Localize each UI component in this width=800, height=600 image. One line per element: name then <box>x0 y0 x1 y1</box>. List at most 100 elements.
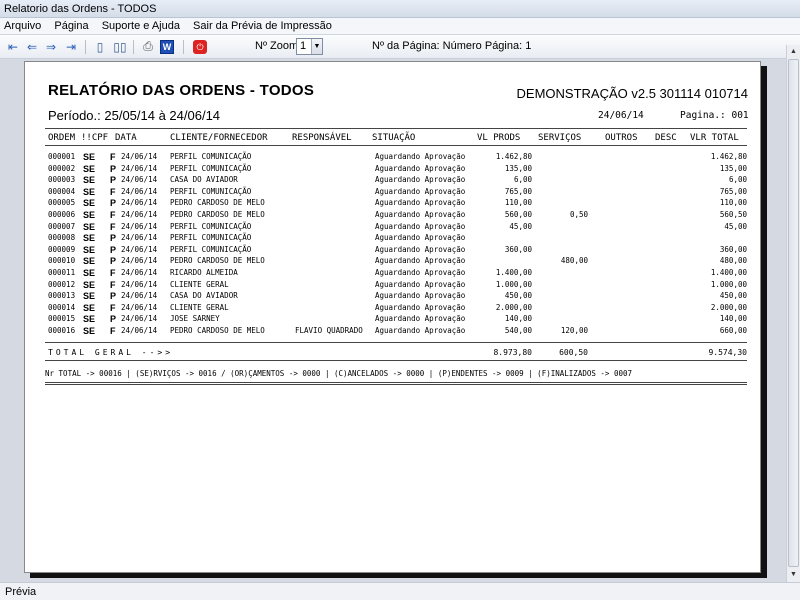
table-row: 000013 SE P 24/06/14 CASA DO AVIADOR Aguardan… <box>25 290 762 302</box>
cell-vl-prods: 1.000,00 <box>495 279 532 289</box>
cell-se: SE <box>83 152 96 162</box>
zoom-value: 1 <box>300 40 307 52</box>
menu-sair[interactable]: Sair da Prévia de Impressão <box>188 18 337 35</box>
cell-ordem: 000010 <box>48 256 76 266</box>
cell-data: 24/06/14 <box>121 256 158 266</box>
cell-data: 24/06/14 <box>121 279 158 289</box>
cell-vl-prods: 1.462,80 <box>495 152 532 161</box>
cell-t: F <box>110 302 116 313</box>
cell-data: 24/06/14 <box>121 268 158 277</box>
vertical-scrollbar[interactable]: ▲ ▼ <box>786 45 800 582</box>
report-title: RELATÓRIO DAS ORDENS - TODOS <box>48 82 315 99</box>
cell-vlr-total: 135,00 <box>719 163 747 173</box>
scroll-up-icon[interactable]: ▲ <box>787 45 800 59</box>
cell-se: SE <box>83 256 96 267</box>
cell-cliente: PERFIL COMUNICAÇÃO <box>170 186 252 196</box>
cell-situacao: Aguardando Aprovação <box>375 221 466 231</box>
cell-responsavel: FLAVIO QUADRADO <box>295 326 363 335</box>
cell-se: SE <box>83 244 96 255</box>
chevron-down-icon[interactable]: ▼ <box>311 39 322 54</box>
toolbar-separator <box>85 40 86 54</box>
scroll-down-icon[interactable]: ▼ <box>787 568 800 582</box>
cell-situacao: Aguardando Aprovação <box>375 163 466 173</box>
next-page-icon[interactable]: ⇒ <box>43 39 59 54</box>
report-summary: Nr TOTAL -> 00016 | (SE)RVIÇOS -> 0016 /… <box>45 369 632 378</box>
cell-se: SE <box>83 268 96 278</box>
cell-cliente: PEDRO CARDOSO DE MELO <box>170 326 265 335</box>
menu-suporte[interactable]: Suporte e Ajuda <box>97 18 185 35</box>
cell-t: F <box>110 186 116 197</box>
cell-vl-prods: 6,00 <box>513 175 532 185</box>
cell-vlr-total: 1.462,80 <box>710 152 747 161</box>
cell-situacao: Aguardando Aprovação <box>375 210 466 219</box>
cell-vl-prods: 560,00 <box>504 210 532 219</box>
cell-ordem: 000016 <box>48 326 76 335</box>
cell-ordem: 000007 <box>48 221 76 231</box>
cell-t: F <box>110 326 116 336</box>
cell-vl-prods: 765,00 <box>504 186 532 196</box>
table-row: 000015 SE P 24/06/14 JOSE SARNEY Aguardando A… <box>25 313 762 325</box>
page-number-label: Nº da Página: Número Página: 1 <box>372 40 532 52</box>
cell-vlr-total: 45,00 <box>724 221 747 231</box>
cell-ordem: 000011 <box>48 268 76 277</box>
col-ordem: ORDEM <box>48 133 76 143</box>
cell-ordem: 000003 <box>48 175 76 185</box>
cell-vl-prods: 2.000,00 <box>495 302 532 312</box>
cell-t: P <box>110 314 117 325</box>
menu-pagina[interactable]: Página <box>49 18 93 35</box>
cell-ordem: 000008 <box>48 233 76 243</box>
col-outros: OUTROS <box>605 133 638 143</box>
col-vlr-total: VLR TOTAL <box>690 133 739 143</box>
cell-data: 24/06/14 <box>121 244 158 254</box>
cell-t: P <box>110 175 117 186</box>
cell-cliente: CLIENTE GERAL <box>170 279 229 289</box>
cell-ordem: 000012 <box>48 279 76 289</box>
single-page-icon[interactable]: ▯ <box>92 39 108 54</box>
total-servicos: 600,50 <box>559 348 588 357</box>
cell-vlr-total: 140,00 <box>719 314 747 324</box>
cell-se: SE <box>83 279 96 290</box>
first-page-icon[interactable]: ⇤ <box>5 39 21 54</box>
divider <box>45 360 747 361</box>
total-vlr-total: 9.574,30 <box>708 348 747 357</box>
prev-page-icon[interactable]: ⇐ <box>24 39 40 54</box>
cell-cliente: JOSE SARNEY <box>170 314 220 324</box>
report-version: DEMONSTRAÇÃO v2.5 301114 010714 <box>516 86 748 101</box>
zoom-select[interactable]: 1 ▼ <box>296 38 323 55</box>
cell-t: F <box>110 210 116 220</box>
cell-servicos: 0,50 <box>569 210 588 219</box>
scroll-thumb[interactable] <box>788 59 799 567</box>
cell-t: P <box>110 291 117 302</box>
cell-vlr-total: 110,00 <box>719 198 747 208</box>
table-row: 000016 SE F 24/06/14 PEDRO CARDOSO DE MELO FL… <box>25 325 762 337</box>
cell-ordem: 000002 <box>48 163 76 173</box>
cell-data: 24/06/14 <box>121 233 158 243</box>
table-row: 000007 SE F 24/06/14 PERFIL COMUNICAÇÃO Aguar… <box>25 221 762 233</box>
cell-cliente: CASA DO AVIADOR <box>170 175 238 185</box>
cell-data: 24/06/14 <box>121 186 158 196</box>
cell-vlr-total: 1.400,00 <box>710 268 747 277</box>
status-bar: Prévia <box>0 582 800 600</box>
last-page-icon[interactable]: ⇥ <box>63 39 79 54</box>
cell-ordem: 000005 <box>48 198 76 208</box>
two-pages-icon[interactable]: ▯▯ <box>112 39 128 54</box>
cell-vlr-total: 360,00 <box>719 244 747 254</box>
cell-se: SE <box>83 302 96 313</box>
cell-situacao: Aguardando Aprovação <box>375 314 466 324</box>
cell-cliente: PEDRO CARDOSO DE MELO <box>170 210 265 219</box>
col-situacao: SITUAÇÃO <box>372 133 416 143</box>
divider <box>45 145 747 146</box>
cell-vlr-total: 1.000,00 <box>710 279 747 289</box>
divider <box>45 128 747 129</box>
col-servicos: SERVIÇOS <box>538 133 582 143</box>
word-export-icon[interactable]: W <box>160 40 174 54</box>
menu-arquivo[interactable]: Arquivo <box>0 18 46 35</box>
cell-data: 24/06/14 <box>121 152 158 161</box>
table-row: 000003 SE P 24/06/14 CASA DO AVIADOR Aguardan… <box>25 174 762 186</box>
cell-t: F <box>110 279 116 290</box>
print-icon[interactable]: ⎙ <box>140 39 156 54</box>
exit-icon[interactable]: ⏻ <box>193 40 207 54</box>
cell-se: SE <box>83 326 96 336</box>
cell-servicos: 480,00 <box>560 256 588 266</box>
cell-situacao: Aguardando Aprovação <box>375 198 466 208</box>
